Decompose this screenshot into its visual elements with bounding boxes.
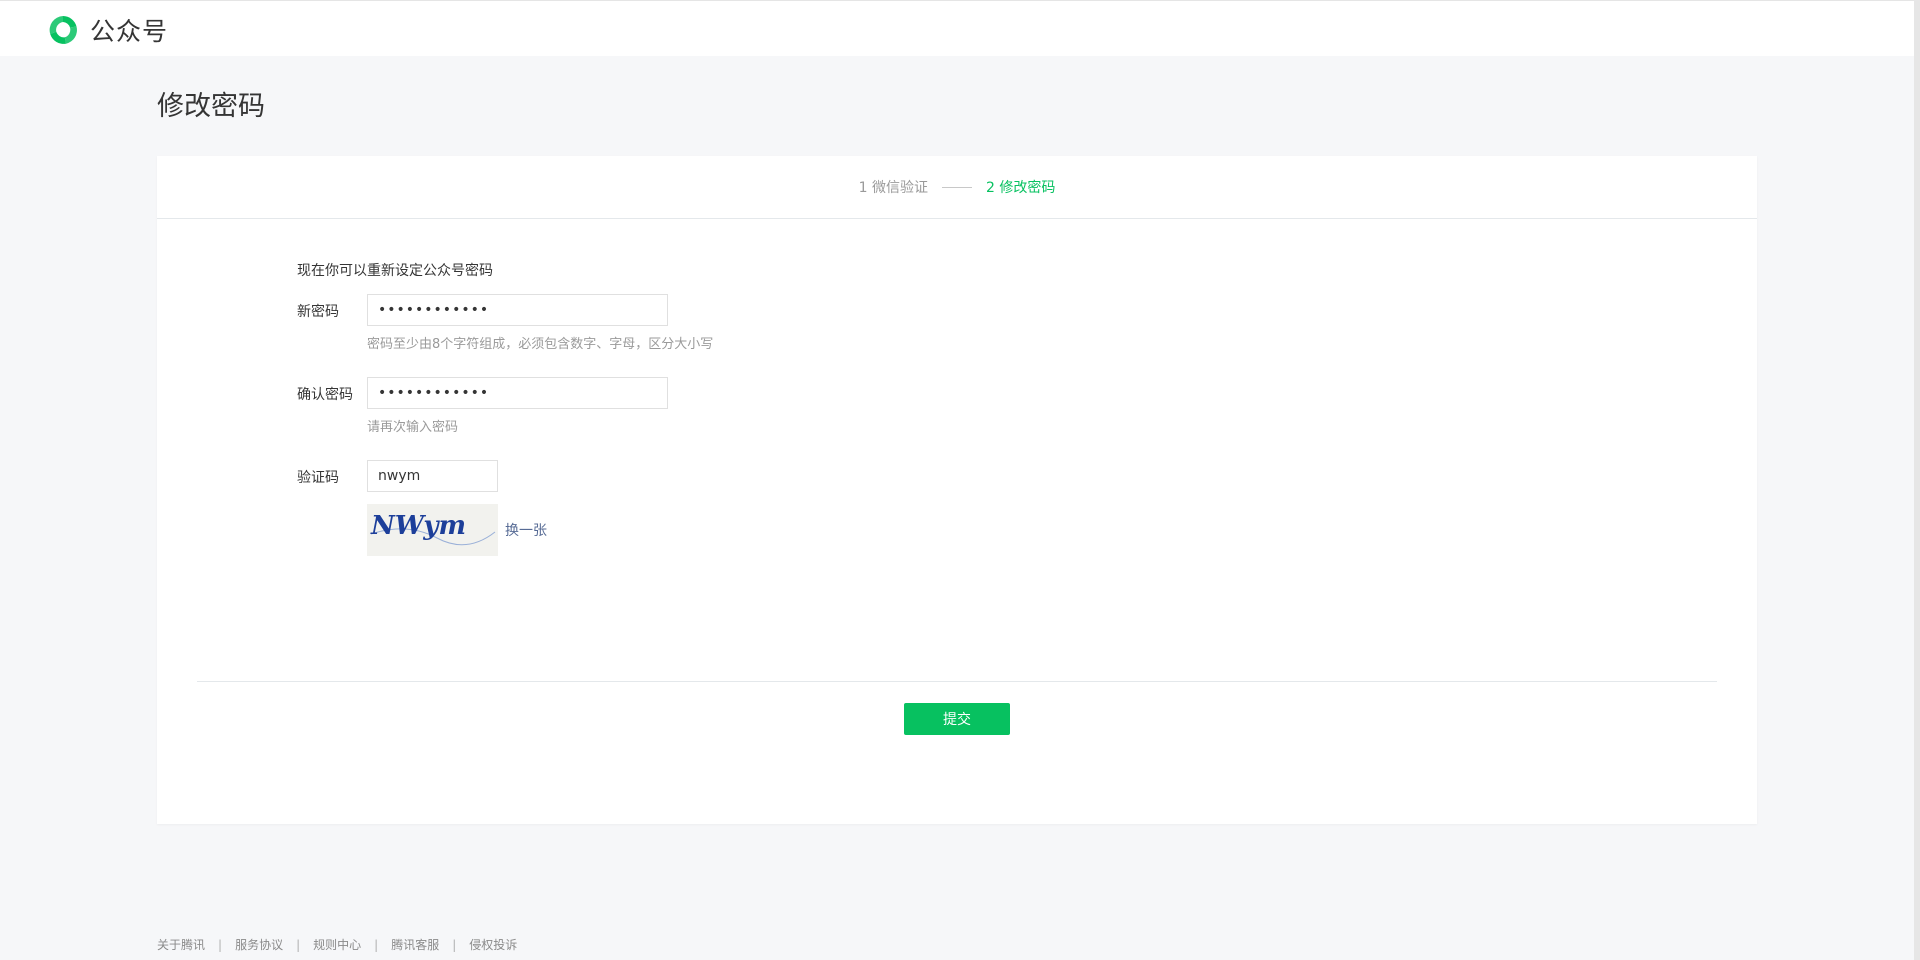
form-intro: 现在你可以重新设定公众号密码 bbox=[297, 263, 493, 279]
submit-button[interactable]: 提交 bbox=[904, 703, 1010, 735]
footer-separator: | bbox=[452, 937, 457, 952]
scrollbar[interactable] bbox=[1914, 0, 1920, 960]
logo-text: 公众号 bbox=[90, 17, 169, 46]
form-divider bbox=[197, 681, 1717, 682]
step-connector bbox=[942, 186, 972, 188]
step-change-password: 2 修改密码 bbox=[986, 180, 1056, 196]
logo[interactable]: 公众号 bbox=[46, 13, 168, 47]
confirm-password-hint: 请再次输入密码 bbox=[367, 420, 459, 435]
top-bar: 公众号 bbox=[0, 0, 1914, 56]
captcha-label: 验证码 bbox=[297, 470, 339, 486]
new-password-label: 新密码 bbox=[297, 304, 339, 320]
step-indicator: 1 微信验证 2 修改密码 bbox=[157, 156, 1757, 219]
password-card: 1 微信验证 2 修改密码 现在你可以重新设定公众号密码 新密码 密码至少由8个… bbox=[157, 156, 1757, 824]
footer-link-about[interactable]: 关于腾讯 bbox=[157, 936, 205, 953]
footer-separator: | bbox=[374, 937, 379, 952]
footer-separator: | bbox=[296, 937, 301, 952]
confirm-password-input[interactable] bbox=[367, 377, 668, 409]
captcha-input[interactable] bbox=[367, 460, 498, 492]
footer-link-infringement[interactable]: 侵权投诉 bbox=[469, 936, 517, 953]
new-password-input[interactable] bbox=[367, 294, 668, 326]
confirm-password-label: 确认密码 bbox=[297, 387, 353, 403]
page-title: 修改密码 bbox=[157, 91, 265, 122]
footer: 关于腾讯 | 服务协议 | 规则中心 | 腾讯客服 | 侵权投诉 bbox=[157, 936, 517, 953]
captcha-image[interactable]: NWym bbox=[367, 504, 498, 556]
footer-link-terms[interactable]: 服务协议 bbox=[235, 936, 283, 953]
captcha-image-text: NWym bbox=[370, 511, 466, 541]
step-wechat-verify: 1 微信验证 bbox=[858, 180, 928, 196]
footer-separator: | bbox=[218, 937, 223, 952]
wechat-official-account-logo-icon bbox=[46, 13, 80, 47]
new-password-hint: 密码至少由8个字符组成，必须包含数字、字母，区分大小写 bbox=[367, 337, 714, 352]
footer-link-rules[interactable]: 规则中心 bbox=[313, 936, 361, 953]
footer-link-support[interactable]: 腾讯客服 bbox=[391, 936, 439, 953]
refresh-captcha-link[interactable]: 换一张 bbox=[505, 520, 547, 540]
